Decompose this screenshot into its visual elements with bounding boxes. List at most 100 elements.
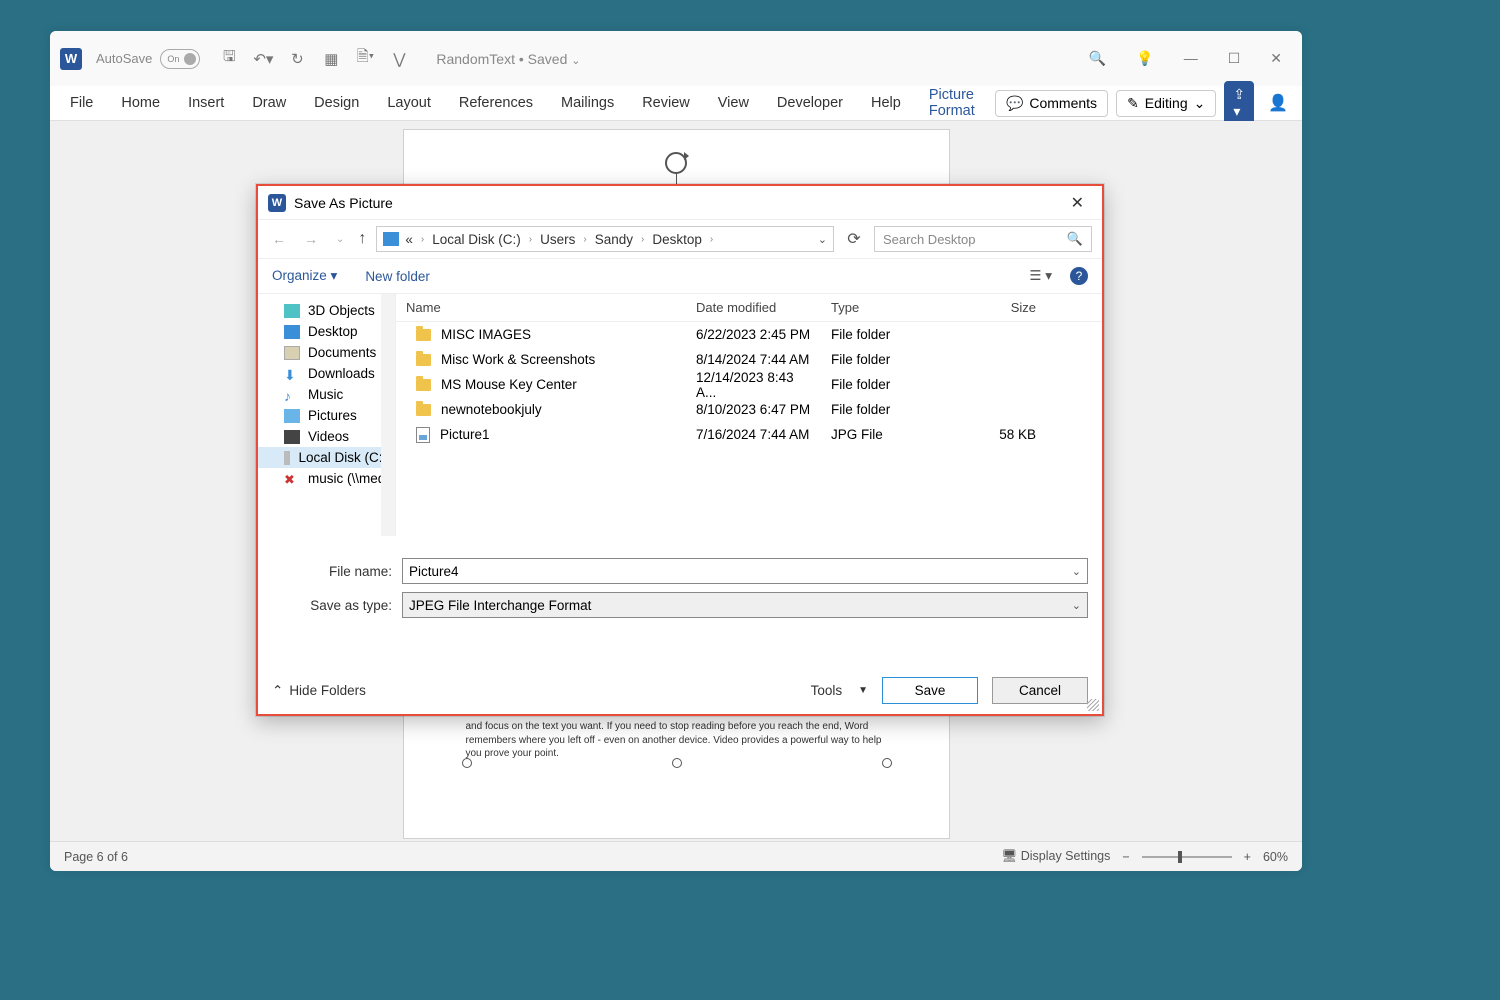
breadcrumb-overflow[interactable]: «	[405, 232, 413, 247]
breadcrumb-seg[interactable]: Desktop	[652, 232, 702, 247]
col-name[interactable]: Name	[396, 300, 686, 315]
forward-icon[interactable]: →	[300, 229, 322, 249]
close-icon[interactable]: ✕	[1270, 50, 1282, 67]
selection-handle[interactable]	[462, 758, 472, 768]
account-icon[interactable]: 👤	[1262, 93, 1294, 113]
tools-button[interactable]: Tools▼	[811, 683, 868, 698]
col-date[interactable]: Date modified	[686, 300, 821, 315]
search-input[interactable]: Search Desktop 🔍	[874, 226, 1092, 252]
search-icon[interactable]: 🔍	[1089, 50, 1106, 67]
breadcrumb-seg[interactable]: Users	[540, 232, 575, 247]
zoom-slider[interactable]	[1142, 856, 1232, 858]
tab-view[interactable]: View	[706, 89, 761, 117]
tab-layout[interactable]: Layout	[375, 89, 443, 117]
file-date: 6/22/2023 2:45 PM	[686, 327, 821, 342]
tab-file[interactable]: File	[58, 89, 105, 117]
tab-home[interactable]: Home	[109, 89, 172, 117]
back-icon[interactable]: ←	[268, 229, 290, 249]
chevron-down-icon[interactable]: ⌄	[1072, 599, 1081, 612]
titlebar: W AutoSave On 🖫 ↶▾ ↻ ▦ 🗎▾ ⋁ RandomText •…	[50, 31, 1302, 86]
zoom-out-icon[interactable]: −	[1122, 850, 1129, 864]
breadcrumb-seg[interactable]: Local Disk (C:)	[432, 232, 521, 247]
file-row[interactable]: MS Mouse Key Center12/14/2023 8:43 A...F…	[396, 372, 1102, 397]
tree-item-3d-objects[interactable]: 3D Objects	[258, 300, 395, 321]
nav-tree[interactable]: 3D Objects Desktop Documents ⬇Downloads …	[258, 294, 396, 536]
tree-item-local-disk[interactable]: Local Disk (C:)	[258, 447, 395, 468]
zoom-in-icon[interactable]: +	[1244, 850, 1251, 864]
cube-icon	[284, 304, 300, 318]
hide-folders-button[interactable]: ⌃Hide Folders	[272, 683, 366, 699]
save-button[interactable]: Save	[882, 677, 978, 704]
zoom-level[interactable]: 60%	[1263, 850, 1288, 864]
file-row[interactable]: Picture17/16/2024 7:44 AMJPG File58 KB	[396, 422, 1102, 447]
tab-developer[interactable]: Developer	[765, 89, 855, 117]
editing-button[interactable]: ✎ Editing ⌄	[1116, 90, 1216, 117]
addr-dropdown-icon[interactable]: ⌄	[818, 233, 827, 246]
tab-mailings[interactable]: Mailings	[549, 89, 626, 117]
save-icon[interactable]: 🖫	[218, 48, 240, 70]
col-type[interactable]: Type	[821, 300, 956, 315]
tab-draw[interactable]: Draw	[240, 89, 298, 117]
page-number[interactable]: Page 6 of 6	[64, 850, 128, 864]
selection-handle[interactable]	[672, 758, 682, 768]
tab-insert[interactable]: Insert	[176, 89, 236, 117]
tab-picture-format[interactable]: Picture Format	[917, 81, 991, 125]
chevron-down-icon[interactable]: ⌄	[1072, 565, 1081, 578]
share-button[interactable]: ⇪ ▾	[1224, 81, 1254, 125]
autosave-toggle[interactable]: On	[160, 49, 200, 69]
table-icon[interactable]: ▦	[320, 48, 342, 70]
organize-button[interactable]: Organize ▾	[272, 268, 337, 284]
filetype-label: Save as type:	[272, 598, 402, 613]
tree-item-desktop[interactable]: Desktop	[258, 321, 395, 342]
idea-icon[interactable]: 💡	[1136, 50, 1153, 67]
refresh-icon[interactable]: ⟳	[844, 229, 864, 249]
word-icon: W	[60, 48, 82, 70]
filetype-select[interactable]: JPEG File Interchange Format⌄	[402, 592, 1088, 618]
up-icon[interactable]: ↑	[358, 230, 366, 248]
music-icon: ♪	[284, 388, 300, 402]
videos-icon	[284, 430, 300, 444]
tree-item-documents[interactable]: Documents	[258, 342, 395, 363]
tree-item-music[interactable]: ♪Music	[258, 384, 395, 405]
tree-item-downloads[interactable]: ⬇Downloads	[258, 363, 395, 384]
tree-item-network-music[interactable]: ✖music (\\med	[258, 468, 395, 489]
filename-input[interactable]: Picture4⌄	[402, 558, 1088, 584]
file-name: Misc Work & Screenshots	[441, 352, 595, 367]
history-icon[interactable]: ⌄	[332, 232, 348, 247]
address-bar[interactable]: «› Local Disk (C:)› Users› Sandy› Deskto…	[376, 226, 834, 252]
doc-title: RandomText • Saved ⌄	[436, 51, 580, 67]
close-icon[interactable]: ✕	[1063, 189, 1092, 217]
new-folder-button[interactable]: New folder	[365, 269, 430, 284]
minimize-icon[interactable]: —	[1184, 50, 1198, 67]
tab-design[interactable]: Design	[302, 89, 371, 117]
comments-button[interactable]: 💬 Comments	[995, 90, 1108, 117]
col-size[interactable]: Size	[956, 300, 1046, 315]
tree-item-pictures[interactable]: Pictures	[258, 405, 395, 426]
tree-item-videos[interactable]: Videos	[258, 426, 395, 447]
doc-icon[interactable]: 🗎▾	[354, 48, 376, 70]
file-row[interactable]: MISC IMAGES6/22/2023 2:45 PMFile folder	[396, 322, 1102, 347]
tree-scrollbar[interactable]	[381, 294, 395, 536]
pictures-icon	[284, 409, 300, 423]
tab-references[interactable]: References	[447, 89, 545, 117]
view-options-icon[interactable]: ☰ ▾	[1029, 268, 1052, 284]
redo-icon[interactable]: ↻	[286, 48, 308, 70]
display-settings[interactable]: 🖥 Display Settings	[1001, 849, 1110, 864]
cancel-button[interactable]: Cancel	[992, 677, 1088, 704]
qat-customize-icon[interactable]: ⋁	[388, 48, 410, 70]
help-icon[interactable]: ?	[1070, 267, 1088, 285]
dialog-body: 3D Objects Desktop Documents ⬇Downloads …	[258, 294, 1102, 536]
column-headers[interactable]: Name Date modified Type Size	[396, 294, 1102, 322]
tab-help[interactable]: Help	[859, 89, 913, 117]
rotate-handle-icon[interactable]	[665, 152, 687, 174]
file-row[interactable]: Misc Work & Screenshots8/14/2024 7:44 AM…	[396, 347, 1102, 372]
file-row[interactable]: newnotebookjuly8/10/2023 6:47 PMFile fol…	[396, 397, 1102, 422]
breadcrumb-seg[interactable]: Sandy	[595, 232, 633, 247]
file-size: 58 KB	[956, 427, 1046, 442]
tab-review[interactable]: Review	[630, 89, 702, 117]
selection-handle[interactable]	[882, 758, 892, 768]
filename-label: File name:	[272, 564, 402, 579]
maximize-icon[interactable]: ☐	[1228, 50, 1241, 67]
undo-icon[interactable]: ↶▾	[252, 48, 274, 70]
resize-grip-icon[interactable]	[1087, 699, 1099, 711]
